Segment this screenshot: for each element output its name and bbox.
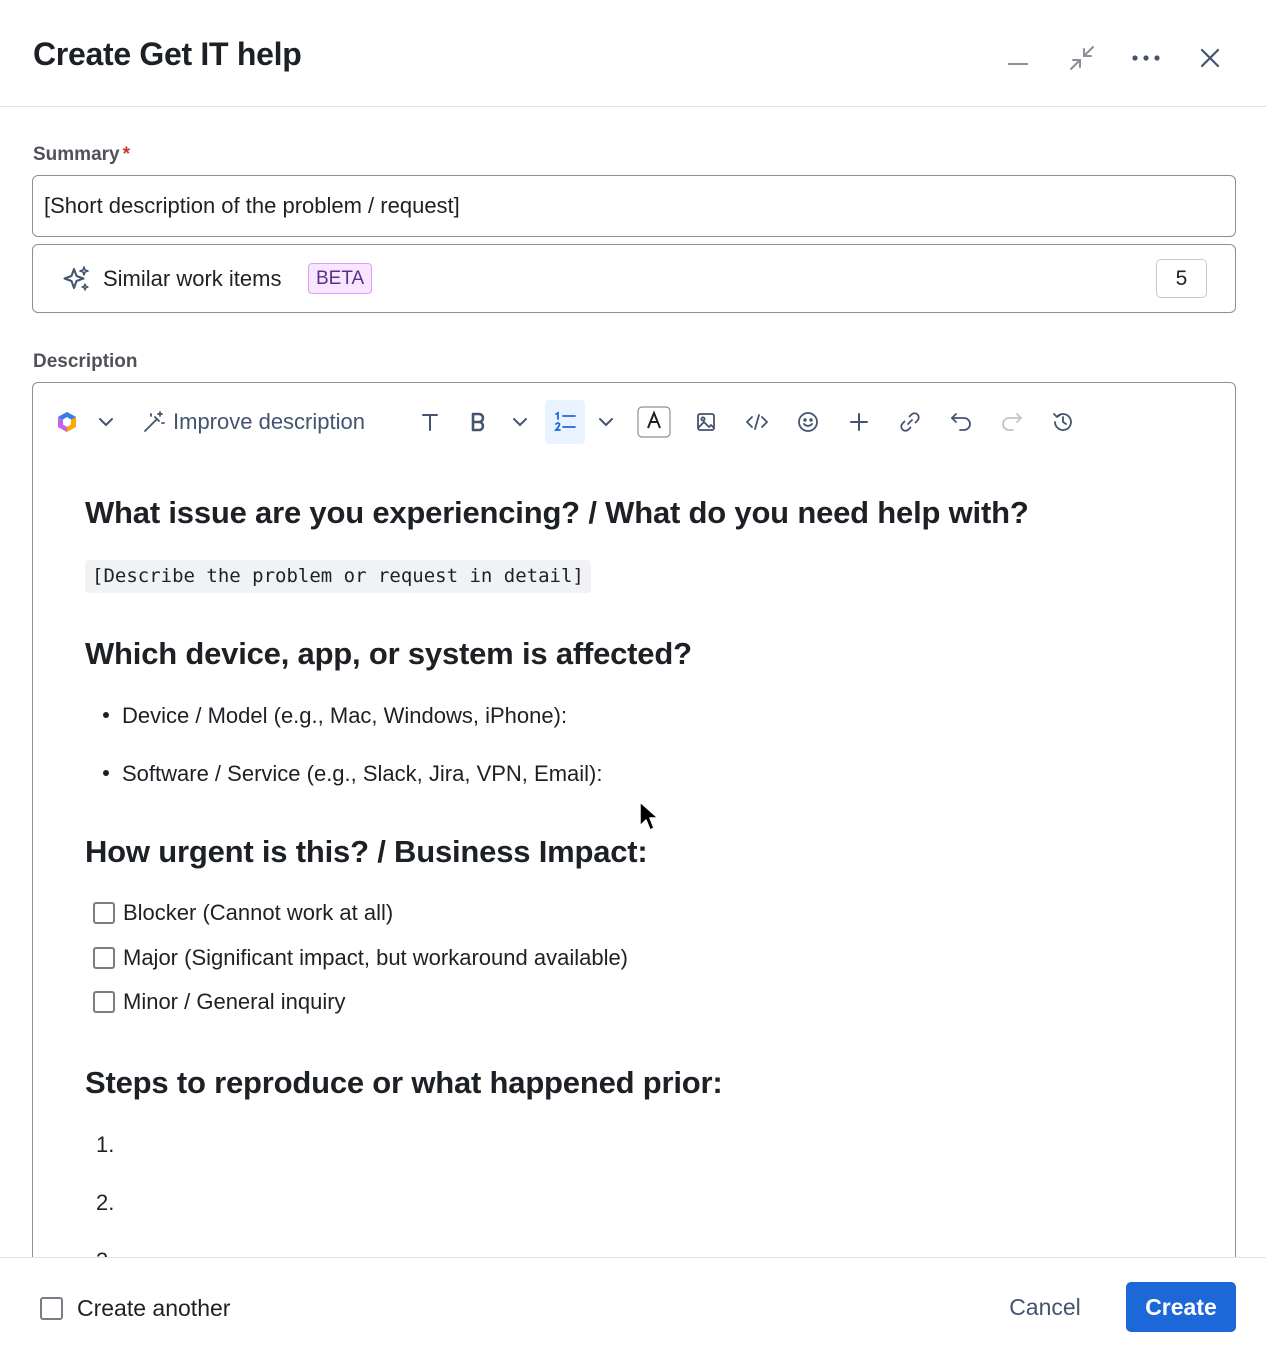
editor-toolbar: Improve description [33,383,1235,461]
heading-urgency: How urgent is this? / Business Impact: [85,834,648,869]
text-color-icon [637,406,671,438]
mouse-cursor-icon [639,801,659,831]
undo-icon [950,413,971,431]
task-item: Blocker (Cannot work at all) [93,900,393,926]
chevron-down-icon [599,418,613,427]
ordered-list-item: 2. [96,1190,115,1215]
list-item: Device / Model (e.g., Mac, Windows, iPho… [103,703,567,729]
close-button[interactable] [1190,38,1230,78]
summary-label-text: Summary [33,144,120,165]
task-text: Minor / General inquiry [123,989,346,1014]
text-style-icon [422,414,438,431]
chevron-down-icon [513,418,527,427]
list-item-text: Device / Model (e.g., Mac, Windows, iPho… [122,703,568,728]
cancel-button[interactable]: Cancel [990,1282,1100,1332]
sparkle-icon [63,266,89,291]
dialog-footer: Create another Cancel Create [0,1257,1266,1364]
history-icon [1053,413,1072,431]
bold-icon [471,412,485,432]
text-style-button[interactable] [413,400,447,444]
heading-affected: Which device, app, or system is affected… [85,636,692,671]
more-formatting-button[interactable] [505,400,535,444]
redo-icon [1002,413,1023,431]
version-history-button[interactable] [1046,400,1080,444]
minimize-button[interactable] [998,38,1038,78]
improve-description-button[interactable]: Improve description [143,400,365,444]
create-another-toggle[interactable]: Create another [40,1295,230,1322]
emoji-icon [798,412,818,432]
summary-label: Summary * [33,144,130,166]
create-another-checkbox[interactable] [40,1297,63,1320]
dialog-title: Create Get IT help [33,36,302,72]
more-icon [1132,55,1160,61]
inline-code: [Describe the problem or request in deta… [85,560,591,593]
image-icon [697,413,715,431]
heading-steps: Steps to reproduce or what happened prio… [85,1065,723,1100]
similar-work-items-label: Similar work items [103,266,282,291]
numbered-list-icon [554,411,576,431]
similar-work-items[interactable]: Similar work items BETA 5 [32,244,1236,313]
description-editor[interactable]: Improve description What issue are you e… [32,382,1236,1364]
text-color-button[interactable] [636,400,672,444]
ordered-list-item: 1. [96,1132,115,1157]
create-button[interactable]: Create [1126,1282,1236,1332]
ai-button[interactable] [51,400,83,444]
undo-button[interactable] [944,400,978,444]
list-item-text: Software / Service (e.g., Slack, Jira, V… [122,761,603,786]
task-text: Blocker (Cannot work at all) [123,900,394,925]
chevron-down-icon [99,418,113,427]
dialog-header: Create Get IT help [0,0,1266,107]
code-button[interactable] [740,400,774,444]
bullet-dot [103,712,109,719]
summary-input[interactable] [32,175,1236,237]
task-text: Major (Significant impact, but workaroun… [123,945,629,970]
minimize-icon [1008,63,1028,65]
list-options-button[interactable] [591,400,621,444]
link-icon [900,412,920,432]
beta-badge: BETA [308,263,373,294]
required-indicator: * [122,144,131,165]
insert-more-button[interactable] [842,400,876,444]
task-checkbox[interactable] [93,902,115,924]
ai-logo-icon [58,412,76,432]
collapse-button[interactable] [1062,38,1102,78]
close-icon [1200,48,1220,68]
redo-button[interactable] [995,400,1029,444]
improve-description-label: Improve description [173,409,365,434]
more-button[interactable] [1126,38,1166,78]
list-item: Software / Service (e.g., Slack, Jira, V… [103,761,602,787]
bold-button[interactable] [461,400,495,444]
ai-dropdown-button[interactable] [91,400,121,444]
magic-wand-icon [144,411,165,432]
collapse-icon [1070,46,1094,70]
plus-icon [850,413,868,431]
task-checkbox[interactable] [93,991,115,1013]
task-item: Minor / General inquiry [93,989,346,1015]
bullet-dot [103,770,109,777]
task-item: Major (Significant impact, but workaroun… [93,945,628,971]
create-another-label: Create another [77,1295,231,1321]
similar-count-badge: 5 [1156,259,1207,298]
task-checkbox[interactable] [93,947,115,969]
emoji-button[interactable] [791,400,825,444]
link-button[interactable] [893,400,927,444]
insert-image-button[interactable] [689,400,723,444]
description-label: Description [33,351,138,372]
numbered-list-button[interactable] [545,400,585,444]
heading-issue: What issue are you experiencing? / What … [85,495,1029,530]
code-icon [746,414,768,430]
